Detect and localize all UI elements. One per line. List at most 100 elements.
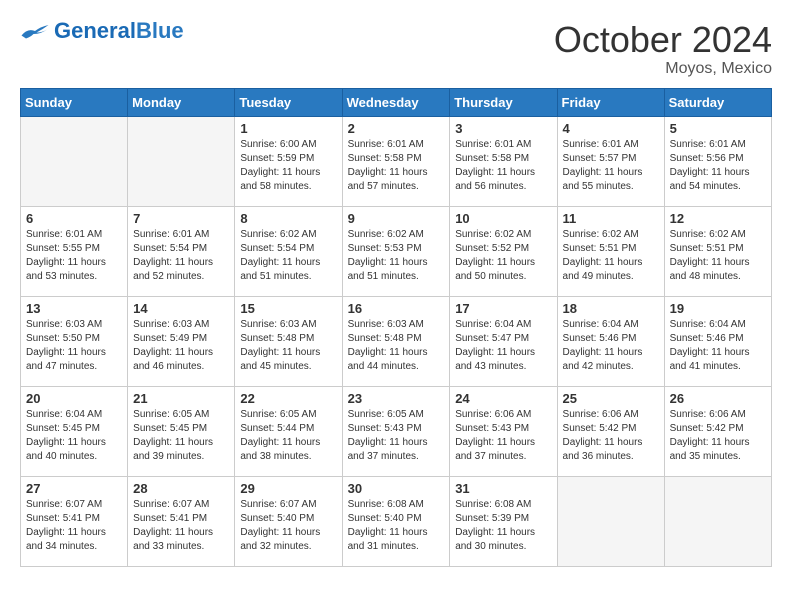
- sunrise: Sunrise: 6:08 AM: [455, 499, 531, 510]
- day-number: 4: [563, 121, 659, 136]
- day-info: Sunrise: 6:03 AM Sunset: 5:50 PM Dayligh…: [26, 318, 122, 374]
- calendar-row: 20 Sunrise: 6:04 AM Sunset: 5:45 PM Dayl…: [21, 386, 772, 476]
- day-number: 22: [240, 391, 336, 406]
- sunset: Sunset: 5:40 PM: [348, 513, 422, 524]
- day-info: Sunrise: 6:04 AM Sunset: 5:46 PM Dayligh…: [563, 318, 659, 374]
- sunset: Sunset: 5:55 PM: [26, 243, 100, 254]
- sunset: Sunset: 5:59 PM: [240, 153, 314, 164]
- sunset: Sunset: 5:49 PM: [133, 333, 207, 344]
- day-number: 26: [670, 391, 766, 406]
- sunrise: Sunrise: 6:06 AM: [670, 409, 746, 420]
- sunset: Sunset: 5:57 PM: [563, 153, 637, 164]
- sunset: Sunset: 5:53 PM: [348, 243, 422, 254]
- table-row: [21, 116, 128, 206]
- day-number: 21: [133, 391, 229, 406]
- sunrise: Sunrise: 6:02 AM: [455, 229, 531, 240]
- day-number: 19: [670, 301, 766, 316]
- daylight: Daylight: 11 hours and 51 minutes.: [348, 257, 428, 282]
- day-number: 27: [26, 481, 122, 496]
- logo-blue: Blue: [136, 18, 184, 43]
- logo-text: GeneralBlue: [54, 20, 184, 42]
- day-number: 23: [348, 391, 445, 406]
- header-sunday: Sunday: [21, 88, 128, 116]
- daylight: Daylight: 11 hours and 36 minutes.: [563, 437, 643, 462]
- sunrise: Sunrise: 6:02 AM: [348, 229, 424, 240]
- sunrise: Sunrise: 6:04 AM: [455, 319, 531, 330]
- daylight: Daylight: 11 hours and 37 minutes.: [455, 437, 535, 462]
- location: Moyos, Mexico: [554, 60, 772, 78]
- sunset: Sunset: 5:51 PM: [563, 243, 637, 254]
- daylight: Daylight: 11 hours and 31 minutes.: [348, 527, 428, 552]
- day-info: Sunrise: 6:02 AM Sunset: 5:51 PM Dayligh…: [563, 228, 659, 284]
- header-tuesday: Tuesday: [235, 88, 342, 116]
- sunset: Sunset: 5:52 PM: [455, 243, 529, 254]
- daylight: Daylight: 11 hours and 37 minutes.: [348, 437, 428, 462]
- table-row: 16 Sunrise: 6:03 AM Sunset: 5:48 PM Dayl…: [342, 296, 450, 386]
- header-friday: Friday: [557, 88, 664, 116]
- table-row: 8 Sunrise: 6:02 AM Sunset: 5:54 PM Dayli…: [235, 206, 342, 296]
- sunrise: Sunrise: 6:06 AM: [563, 409, 639, 420]
- table-row: 23 Sunrise: 6:05 AM Sunset: 5:43 PM Dayl…: [342, 386, 450, 476]
- calendar-table: Sunday Monday Tuesday Wednesday Thursday…: [20, 88, 772, 567]
- daylight: Daylight: 11 hours and 32 minutes.: [240, 527, 320, 552]
- header-thursday: Thursday: [450, 88, 557, 116]
- daylight: Daylight: 11 hours and 49 minutes.: [563, 257, 643, 282]
- table-row: 1 Sunrise: 6:00 AM Sunset: 5:59 PM Dayli…: [235, 116, 342, 206]
- daylight: Daylight: 11 hours and 43 minutes.: [455, 347, 535, 372]
- sunset: Sunset: 5:56 PM: [670, 153, 744, 164]
- table-row: 20 Sunrise: 6:04 AM Sunset: 5:45 PM Dayl…: [21, 386, 128, 476]
- sunrise: Sunrise: 6:01 AM: [563, 139, 639, 150]
- daylight: Daylight: 11 hours and 55 minutes.: [563, 167, 643, 192]
- sunset: Sunset: 5:39 PM: [455, 513, 529, 524]
- sunset: Sunset: 5:45 PM: [26, 423, 100, 434]
- sunset: Sunset: 5:58 PM: [455, 153, 529, 164]
- day-info: Sunrise: 6:07 AM Sunset: 5:41 PM Dayligh…: [133, 498, 229, 554]
- sunrise: Sunrise: 6:07 AM: [240, 499, 316, 510]
- sunset: Sunset: 5:51 PM: [670, 243, 744, 254]
- calendar-row: 1 Sunrise: 6:00 AM Sunset: 5:59 PM Dayli…: [21, 116, 772, 206]
- day-info: Sunrise: 6:01 AM Sunset: 5:55 PM Dayligh…: [26, 228, 122, 284]
- day-info: Sunrise: 6:08 AM Sunset: 5:40 PM Dayligh…: [348, 498, 445, 554]
- daylight: Daylight: 11 hours and 56 minutes.: [455, 167, 535, 192]
- sunset: Sunset: 5:41 PM: [26, 513, 100, 524]
- day-number: 25: [563, 391, 659, 406]
- bird-icon: [20, 22, 50, 40]
- sunrise: Sunrise: 6:01 AM: [670, 139, 746, 150]
- table-row: 4 Sunrise: 6:01 AM Sunset: 5:57 PM Dayli…: [557, 116, 664, 206]
- sunset: Sunset: 5:46 PM: [670, 333, 744, 344]
- day-info: Sunrise: 6:02 AM Sunset: 5:54 PM Dayligh…: [240, 228, 336, 284]
- sunrise: Sunrise: 6:04 AM: [563, 319, 639, 330]
- day-number: 20: [26, 391, 122, 406]
- day-number: 10: [455, 211, 551, 226]
- day-number: 12: [670, 211, 766, 226]
- daylight: Daylight: 11 hours and 51 minutes.: [240, 257, 320, 282]
- table-row: 24 Sunrise: 6:06 AM Sunset: 5:43 PM Dayl…: [450, 386, 557, 476]
- sunset: Sunset: 5:50 PM: [26, 333, 100, 344]
- sunrise: Sunrise: 6:07 AM: [26, 499, 102, 510]
- sunset: Sunset: 5:58 PM: [348, 153, 422, 164]
- day-info: Sunrise: 6:06 AM Sunset: 5:42 PM Dayligh…: [670, 408, 766, 464]
- day-info: Sunrise: 6:03 AM Sunset: 5:48 PM Dayligh…: [348, 318, 445, 374]
- sunset: Sunset: 5:54 PM: [240, 243, 314, 254]
- table-row: 29 Sunrise: 6:07 AM Sunset: 5:40 PM Dayl…: [235, 476, 342, 566]
- day-info: Sunrise: 6:06 AM Sunset: 5:43 PM Dayligh…: [455, 408, 551, 464]
- sunrise: Sunrise: 6:04 AM: [670, 319, 746, 330]
- table-row: 17 Sunrise: 6:04 AM Sunset: 5:47 PM Dayl…: [450, 296, 557, 386]
- table-row: 19 Sunrise: 6:04 AM Sunset: 5:46 PM Dayl…: [664, 296, 771, 386]
- page-header: GeneralBlue October 2024 Moyos, Mexico: [20, 20, 772, 78]
- day-info: Sunrise: 6:02 AM Sunset: 5:51 PM Dayligh…: [670, 228, 766, 284]
- sunset: Sunset: 5:45 PM: [133, 423, 207, 434]
- table-row: 21 Sunrise: 6:05 AM Sunset: 5:45 PM Dayl…: [128, 386, 235, 476]
- sunrise: Sunrise: 6:00 AM: [240, 139, 316, 150]
- table-row: [128, 116, 235, 206]
- table-row: 10 Sunrise: 6:02 AM Sunset: 5:52 PM Dayl…: [450, 206, 557, 296]
- sunset: Sunset: 5:47 PM: [455, 333, 529, 344]
- table-row: 28 Sunrise: 6:07 AM Sunset: 5:41 PM Dayl…: [128, 476, 235, 566]
- daylight: Daylight: 11 hours and 40 minutes.: [26, 437, 106, 462]
- sunset: Sunset: 5:41 PM: [133, 513, 207, 524]
- day-info: Sunrise: 6:01 AM Sunset: 5:58 PM Dayligh…: [455, 138, 551, 194]
- table-row: 27 Sunrise: 6:07 AM Sunset: 5:41 PM Dayl…: [21, 476, 128, 566]
- day-info: Sunrise: 6:01 AM Sunset: 5:54 PM Dayligh…: [133, 228, 229, 284]
- sunrise: Sunrise: 6:07 AM: [133, 499, 209, 510]
- sunrise: Sunrise: 6:01 AM: [348, 139, 424, 150]
